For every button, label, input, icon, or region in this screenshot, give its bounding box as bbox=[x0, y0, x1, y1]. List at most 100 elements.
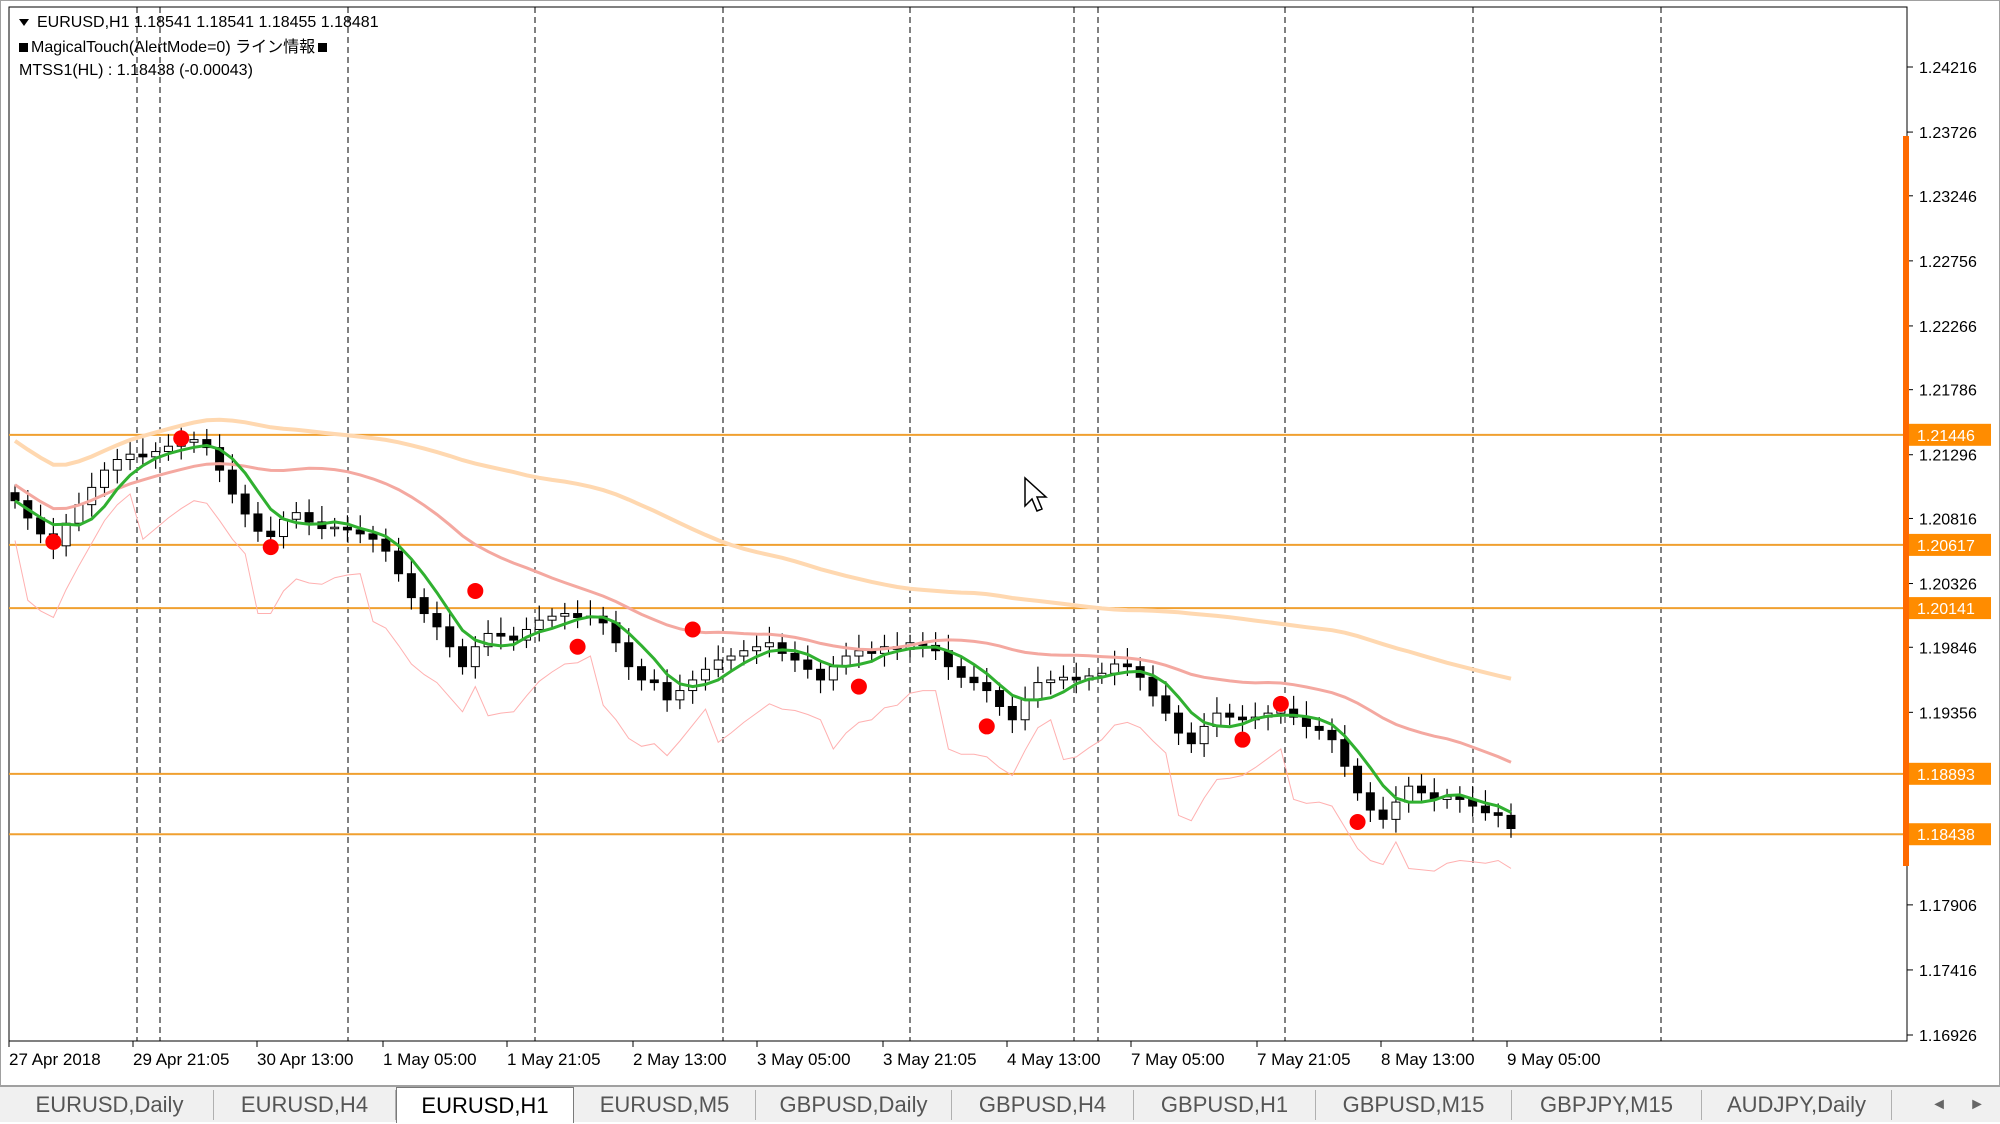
candle-body bbox=[138, 453, 148, 458]
candle-body bbox=[342, 526, 352, 531]
x-tick-label: 27 Apr 2018 bbox=[9, 1050, 101, 1069]
x-tick-label: 2 May 13:00 bbox=[633, 1050, 727, 1069]
swing-point-marker bbox=[850, 678, 867, 695]
tab-gbpjpy-m15[interactable]: GBPJPY,M15 bbox=[1512, 1090, 1702, 1120]
candle-body bbox=[496, 632, 506, 637]
tab-eurusd-h1[interactable]: EURUSD,H1 bbox=[396, 1087, 574, 1123]
candle-body bbox=[1225, 712, 1235, 718]
indicator-magicaltouch-label: MagicalTouch(AlertMode=0) ライン情報 bbox=[31, 39, 316, 56]
x-tick-label: 8 May 13:00 bbox=[1381, 1050, 1475, 1069]
price-label: 1.20617 bbox=[1917, 538, 1975, 555]
candle-body bbox=[662, 682, 672, 701]
mouse-cursor-icon bbox=[1024, 476, 1048, 512]
candle-body bbox=[304, 512, 314, 523]
symbol-info: EURUSD,H1 1.18541 1.18541 1.18455 1.1848… bbox=[19, 13, 379, 33]
candle-body bbox=[969, 676, 979, 684]
swing-point-marker bbox=[978, 718, 995, 735]
tab-gbpusd-h4[interactable]: GBPUSD,H4 bbox=[952, 1090, 1134, 1120]
candle-body bbox=[112, 459, 122, 471]
y-tick-label: 1.20816 bbox=[1919, 511, 1977, 528]
candle-body bbox=[1506, 814, 1516, 830]
candle-body bbox=[470, 646, 480, 668]
candle-body bbox=[1340, 739, 1350, 767]
candle-body bbox=[240, 493, 250, 515]
x-tick-label: 9 May 05:00 bbox=[1507, 1050, 1601, 1069]
chart-window[interactable]: 1.24216 1.23726 1.23246 1.22756 1.22266 1.217… bbox=[0, 0, 2000, 1086]
price-chart[interactable]: 1.24216 1.23726 1.23246 1.22756 1.22266 1.217… bbox=[1, 1, 2000, 1087]
candle-body bbox=[1007, 705, 1017, 721]
candle-body bbox=[458, 646, 468, 668]
tab-eurusd-daily[interactable]: EURUSD,Daily bbox=[6, 1090, 214, 1120]
y-tick-label: 1.21786 bbox=[1919, 383, 1977, 400]
swing-point-marker bbox=[45, 533, 62, 550]
swing-point-marker bbox=[173, 430, 190, 447]
candle-body bbox=[10, 492, 20, 502]
candle-body bbox=[1148, 676, 1158, 697]
tab-eurusd-h4[interactable]: EURUSD,H4 bbox=[214, 1090, 396, 1120]
ma-slow-line bbox=[13, 417, 1512, 681]
candle-body bbox=[330, 526, 340, 530]
candle-body bbox=[790, 652, 800, 661]
chart-tab-bar: EURUSD,Daily EURUSD,H4 EURUSD,H1 EURUSD,… bbox=[0, 1086, 2000, 1123]
candle-body bbox=[509, 635, 519, 641]
candle-body bbox=[713, 659, 723, 670]
candle-body bbox=[74, 504, 84, 524]
candle-body bbox=[279, 518, 289, 538]
candle-body bbox=[432, 613, 442, 628]
swing-point-marker bbox=[262, 539, 279, 556]
indicator-mtss1-label: MTSS1(HL) : 1.18438 (-0.00043) bbox=[19, 62, 253, 79]
tab-eurusd-m5[interactable]: EURUSD,M5 bbox=[574, 1090, 756, 1120]
candle-body bbox=[1391, 801, 1401, 820]
x-tick-label: 3 May 05:00 bbox=[757, 1050, 851, 1069]
candle-body bbox=[649, 679, 659, 684]
x-tick-label: 29 Apr 21:05 bbox=[133, 1050, 229, 1069]
price-label: 1.21446 bbox=[1917, 428, 1975, 445]
y-tick-label: 1.17906 bbox=[1919, 898, 1977, 915]
ma-mid-line bbox=[14, 462, 1512, 764]
swing-point-marker bbox=[1272, 695, 1289, 712]
price-label: 1.18438 bbox=[1917, 827, 1975, 844]
candle-body bbox=[816, 668, 826, 681]
tab-scroll-right-icon[interactable]: ► bbox=[1962, 1090, 1992, 1120]
candle-body bbox=[764, 642, 774, 648]
x-tick-label: 1 May 05:00 bbox=[383, 1050, 477, 1069]
swing-point-marker bbox=[1349, 814, 1366, 831]
candle-body bbox=[777, 642, 787, 654]
candle-body bbox=[163, 445, 173, 453]
candle-body bbox=[956, 666, 966, 678]
candle-body bbox=[125, 453, 135, 461]
swing-point-marker bbox=[684, 621, 701, 638]
candle-body bbox=[266, 530, 276, 538]
y-tick-label: 1.23726 bbox=[1919, 125, 1977, 142]
candle-body bbox=[1174, 712, 1184, 734]
candle-body bbox=[394, 550, 404, 575]
candle-body bbox=[1186, 732, 1196, 745]
tab-scroll-left-icon[interactable]: ◄ bbox=[1924, 1090, 1954, 1120]
candle-body bbox=[1199, 725, 1209, 745]
candle-body bbox=[547, 615, 557, 621]
tab-gbpusd-daily[interactable]: GBPUSD,Daily bbox=[756, 1090, 952, 1120]
candle-body bbox=[828, 666, 838, 681]
tab-gbpusd-m15[interactable]: GBPUSD,M15 bbox=[1316, 1090, 1512, 1120]
tab-audjpy-daily[interactable]: AUDJPY,Daily bbox=[1702, 1090, 1892, 1120]
swing-point-marker bbox=[467, 582, 484, 599]
candle-body bbox=[534, 619, 544, 630]
candle-body bbox=[1353, 765, 1363, 794]
y-tick-label: 1.22266 bbox=[1919, 319, 1977, 336]
candle-body bbox=[1365, 792, 1375, 811]
y-tick-label: 1.21296 bbox=[1919, 448, 1977, 465]
candle-body bbox=[227, 469, 237, 495]
candle-body bbox=[1493, 812, 1503, 816]
indicator-magicaltouch: MagicalTouch(AlertMode=0) ライン情報 bbox=[19, 38, 330, 58]
x-tick-label: 7 May 21:05 bbox=[1257, 1050, 1351, 1069]
candle-body bbox=[982, 682, 992, 692]
dropdown-triangle-icon[interactable] bbox=[19, 19, 29, 27]
price-label: 1.18893 bbox=[1917, 767, 1975, 784]
y-tick-label: 1.17416 bbox=[1919, 963, 1977, 980]
y-tick-label: 1.19356 bbox=[1919, 705, 1977, 722]
x-tick-label: 1 May 21:05 bbox=[507, 1050, 601, 1069]
tab-gbpusd-h1[interactable]: GBPUSD,H1 bbox=[1134, 1090, 1316, 1120]
candle-body bbox=[854, 650, 864, 657]
candle-body bbox=[291, 512, 301, 520]
candle-body bbox=[253, 513, 263, 532]
